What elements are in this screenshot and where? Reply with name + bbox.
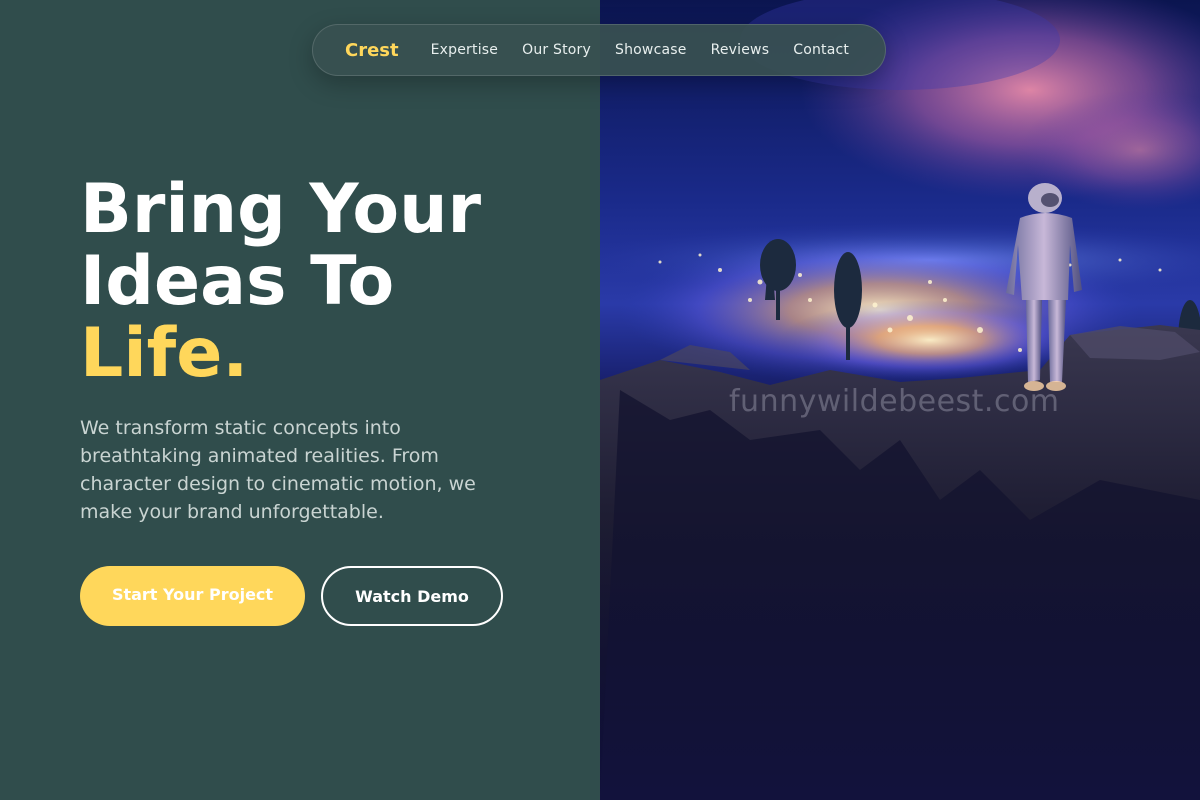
- image-watermark: funnywildebeest.com: [729, 384, 1060, 419]
- nav-link-contact[interactable]: Contact: [793, 42, 849, 58]
- nav-links: Expertise Our Story Showcase Reviews Con…: [431, 42, 849, 58]
- watch-demo-button[interactable]: Watch Demo: [321, 566, 503, 626]
- nav-link-showcase[interactable]: Showcase: [615, 42, 687, 58]
- start-project-button[interactable]: Start Your Project: [80, 566, 305, 626]
- nav-link-our-story[interactable]: Our Story: [522, 42, 591, 58]
- nav-link-expertise[interactable]: Expertise: [431, 42, 498, 58]
- hero-description: We transform static concepts into breath…: [80, 417, 476, 523]
- top-navigation: Crest Expertise Our Story Showcase Revie…: [312, 24, 886, 76]
- hero-left-panel: Bring Your Ideas To Life. We transform s…: [0, 0, 600, 800]
- page: Bring Your Ideas To Life. We transform s…: [0, 0, 1200, 800]
- hero-title-line-1: Bring Your: [80, 170, 482, 249]
- hero-title-accent: Life.: [80, 314, 249, 393]
- nav-link-reviews[interactable]: Reviews: [711, 42, 770, 58]
- brand-logo[interactable]: Crest: [345, 40, 399, 61]
- hero-title-line-2: Ideas To: [80, 242, 395, 321]
- hero-title: Bring Your Ideas To Life.: [80, 174, 481, 390]
